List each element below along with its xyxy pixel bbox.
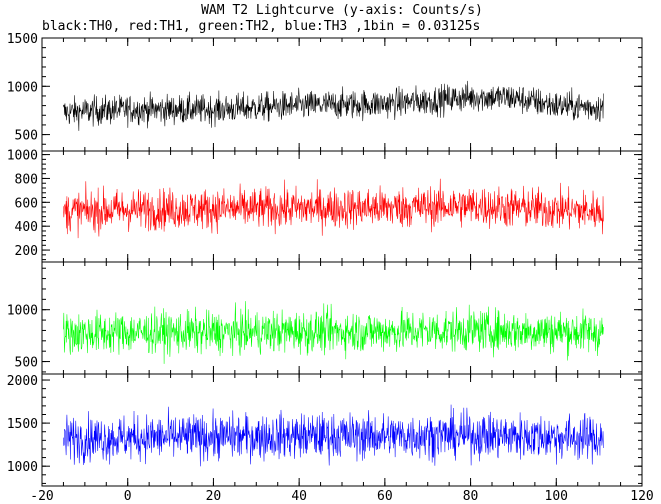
y-tick-label: 2000	[7, 374, 38, 389]
series-line-th0	[63, 80, 604, 131]
x-axis: -20 0 20 40 60 80 100 120	[30, 489, 653, 504]
x-tick-label: 40	[291, 489, 307, 504]
x-tick-label: 20	[206, 489, 222, 504]
y-tick-label: 500	[15, 356, 38, 371]
lightcurve-chart: WAM T2 Lightcurve (y-axis: Counts/s) bla…	[7, 3, 654, 504]
panel-frame	[41, 261, 643, 375]
panel-th3: 1000 1500 2000	[7, 373, 643, 487]
y-tick-label: 1000	[7, 460, 38, 475]
x-tick-label: 60	[377, 489, 393, 504]
y-tick-label: 400	[15, 220, 38, 235]
panel-frame	[41, 150, 643, 263]
x-tick-label: 120	[630, 489, 653, 504]
chart-title: WAM T2 Lightcurve (y-axis: Counts/s)	[201, 3, 483, 18]
x-tick-label: 100	[545, 489, 568, 504]
series-line-th2	[63, 301, 604, 364]
x-tick-label: 80	[463, 489, 479, 504]
y-tick-label: 1000	[7, 80, 38, 95]
panel-th2: 500 1000	[7, 261, 643, 375]
x-tick-label: 0	[124, 489, 132, 504]
y-tick-label: 1500	[7, 417, 38, 432]
panel-th0: 500 1000 1500	[7, 32, 643, 152]
y-tick-label: 1000	[7, 149, 38, 164]
chart-subtitle: black:TH0, red:TH1, green:TH2, blue:TH3 …	[42, 19, 480, 34]
series-line-th3	[63, 404, 604, 467]
y-tick-label: 1000	[7, 304, 38, 319]
panel-th1: 200 400 600 800 1000	[7, 149, 643, 263]
y-tick-label: 600	[15, 196, 38, 211]
y-tick-label: 1500	[7, 32, 38, 47]
x-tick-label: -20	[30, 489, 53, 504]
y-tick-label: 500	[15, 129, 38, 144]
y-tick-label: 200	[15, 244, 38, 259]
panels-group: 500 1000 1500 200 400 600 800 1000 500 1000 1000 15…	[7, 32, 643, 487]
series-line-th1	[63, 178, 604, 239]
y-tick-label: 800	[15, 172, 38, 187]
